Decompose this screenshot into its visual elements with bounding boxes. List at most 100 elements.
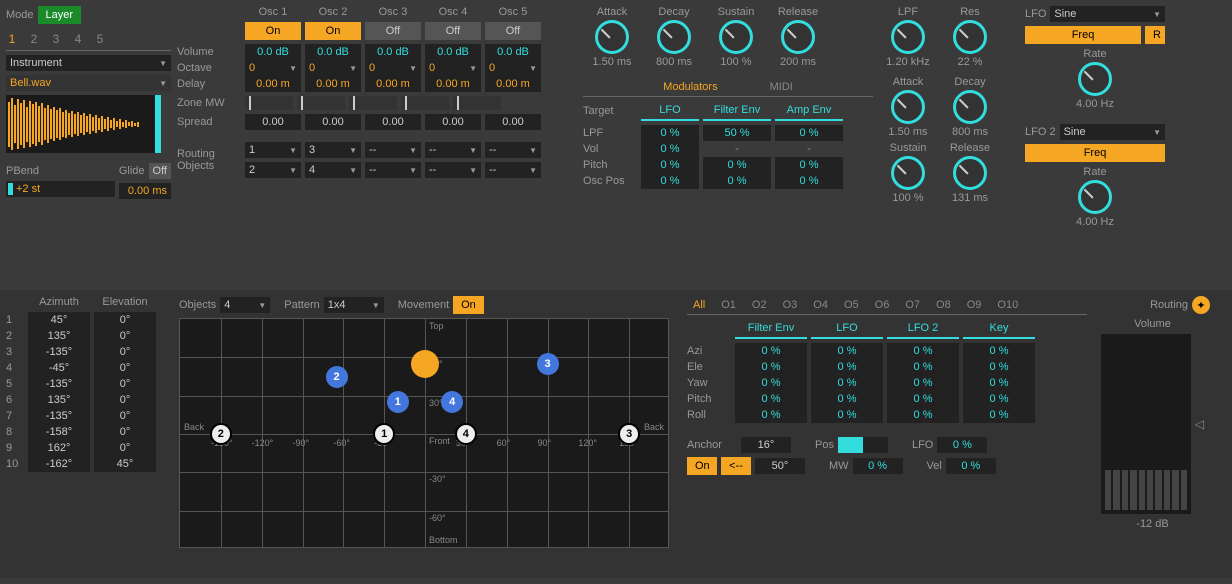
mod-Osc Pos-1[interactable]: 0 % (703, 173, 771, 189)
grid-dot-white-3[interactable]: 3 (618, 423, 640, 445)
azimuth-5[interactable]: -135° (28, 376, 90, 392)
obj-Ele-2[interactable]: 0 % (887, 359, 959, 375)
octave-2[interactable]: 0 (305, 60, 361, 76)
mw-value[interactable]: 0 % (853, 458, 903, 474)
env2-sustain-knob[interactable] (891, 156, 925, 190)
routing-0-2[interactable]: -- (365, 142, 421, 158)
azimuth-9[interactable]: 162° (28, 440, 90, 456)
obj-Yaw-3[interactable]: 0 % (963, 375, 1035, 391)
obj-tab-O10[interactable]: O10 (991, 296, 1024, 314)
anchor-value[interactable]: 16° (741, 437, 791, 453)
objmod-col-lfo2[interactable]: LFO 2 (887, 319, 959, 339)
mod-col-lfo[interactable]: LFO (641, 101, 699, 121)
lfo2-rate-knob[interactable] (1078, 180, 1112, 214)
layer-5[interactable]: 5 (94, 32, 106, 46)
elevation-1[interactable]: 0° (94, 312, 156, 328)
osc2-toggle[interactable]: On (305, 22, 361, 40)
obj-Ele-3[interactable]: 0 % (963, 359, 1035, 375)
delay-3[interactable]: 0.00 m (365, 76, 421, 92)
azimuth-7[interactable]: -135° (28, 408, 90, 424)
grid-dot-blue-2[interactable]: 2 (326, 366, 348, 388)
mod-LPF-1[interactable]: 50 % (703, 125, 771, 141)
env2-release-knob[interactable] (953, 156, 987, 190)
mod-LPF-2[interactable]: 0 % (775, 125, 843, 141)
adsr-sustain-knob[interactable] (719, 20, 753, 54)
azimuth-8[interactable]: -158° (28, 424, 90, 440)
filt-res-knob[interactable] (953, 20, 987, 54)
octave-4[interactable]: 0 (425, 60, 481, 76)
adsr-decay-knob[interactable] (657, 20, 691, 54)
osc3-toggle[interactable]: Off (365, 22, 421, 40)
grid-dot-white-1[interactable]: 1 (373, 423, 395, 445)
lfo1-wave[interactable]: Sine (1050, 6, 1165, 22)
azimuth-10[interactable]: -162° (28, 456, 90, 472)
obj-Ele-1[interactable]: 0 % (811, 359, 883, 375)
sample-select[interactable]: Bell.wav (6, 75, 171, 91)
elevation-3[interactable]: 0° (94, 344, 156, 360)
spread-1[interactable]: 0.00 (245, 114, 301, 130)
spread-3[interactable]: 0.00 (365, 114, 421, 130)
osc1-toggle[interactable]: On (245, 22, 301, 40)
adsr-release-knob[interactable] (781, 20, 815, 54)
delay-1[interactable]: 0.00 m (245, 76, 301, 92)
elevation-5[interactable]: 0° (94, 376, 156, 392)
zone-slider-1[interactable] (245, 96, 293, 110)
grid-dot-white-2[interactable]: 2 (210, 423, 232, 445)
azimuth-1[interactable]: 45° (28, 312, 90, 328)
elevation-10[interactable]: 45° (94, 456, 156, 472)
grid-dot-white-4[interactable]: 4 (455, 423, 477, 445)
zone-slider-2[interactable] (297, 96, 345, 110)
instrument-select[interactable]: Instrument (6, 55, 171, 71)
mod-Vol-0[interactable]: 0 % (641, 141, 699, 157)
vel-value[interactable]: 0 % (946, 458, 996, 474)
volume-handle-icon[interactable]: ◁ (1195, 417, 1204, 431)
obj-Azi-2[interactable]: 0 % (887, 343, 959, 359)
azimuth-2[interactable]: 135° (28, 328, 90, 344)
lfo2-freq-btn[interactable]: Freq (1025, 144, 1165, 162)
layer-2[interactable]: 2 (28, 32, 40, 46)
lfo1-rate-knob[interactable] (1078, 62, 1112, 96)
grid-dot-orange-center-[interactable] (411, 350, 439, 378)
anchor-value2[interactable]: 50° (755, 458, 805, 474)
obj-tab-O4[interactable]: O4 (807, 296, 834, 314)
elevation-8[interactable]: 0° (94, 424, 156, 440)
wrench-icon[interactable]: ✦ (1192, 296, 1210, 314)
obj-tab-All[interactable]: All (687, 296, 711, 314)
glide-value[interactable]: 0.00 ms (119, 183, 171, 199)
spatial-grid[interactable]: TopBottomFrontBackBack60°30°-30°-60°-150… (179, 318, 669, 548)
obj-Yaw-0[interactable]: 0 % (735, 375, 807, 391)
env2-attack-knob[interactable] (891, 90, 925, 124)
osc5-toggle[interactable]: Off (485, 22, 541, 40)
octave-3[interactable]: 0 (365, 60, 421, 76)
obj-tab-O3[interactable]: O3 (777, 296, 804, 314)
layer-4[interactable]: 4 (72, 32, 84, 46)
objmod-col-key[interactable]: Key (963, 319, 1035, 339)
spread-4[interactable]: 0.00 (425, 114, 481, 130)
mod-col-ampenv[interactable]: Amp Env (775, 101, 843, 121)
zone-slider-3[interactable] (349, 96, 397, 110)
pattern-select[interactable]: 1x4 (324, 297, 384, 313)
elevation-7[interactable]: 0° (94, 408, 156, 424)
objmod-col-filterenv[interactable]: Filter Env (735, 319, 807, 339)
routing-1-0[interactable]: 2 (245, 162, 301, 178)
elevation-2[interactable]: 0° (94, 328, 156, 344)
obj-Ele-0[interactable]: 0 % (735, 359, 807, 375)
obj-Pitch-1[interactable]: 0 % (811, 391, 883, 407)
routing-1-2[interactable]: -- (365, 162, 421, 178)
glide-toggle[interactable]: Off (149, 163, 171, 179)
obj-Azi-0[interactable]: 0 % (735, 343, 807, 359)
pbend-value[interactable]: +2 st (6, 181, 115, 197)
pos-slider[interactable] (838, 437, 888, 453)
routing-0-1[interactable]: 3 (305, 142, 361, 158)
grid-dot-blue-4[interactable]: 4 (441, 391, 463, 413)
azimuth-3[interactable]: -135° (28, 344, 90, 360)
grid-dot-blue-1[interactable]: 1 (387, 391, 409, 413)
mod-Pitch-1[interactable]: 0 % (703, 157, 771, 173)
mod-Pitch-0[interactable]: 0 % (641, 157, 699, 173)
obj-tab-O7[interactable]: O7 (899, 296, 926, 314)
adsr-attack-knob[interactable] (595, 20, 629, 54)
volume-5[interactable]: 0.0 dB (485, 44, 541, 60)
mod-Osc Pos-2[interactable]: 0 % (775, 173, 843, 189)
midi-tab[interactable]: MIDI (764, 78, 799, 96)
objects-select[interactable]: 4 (220, 297, 270, 313)
